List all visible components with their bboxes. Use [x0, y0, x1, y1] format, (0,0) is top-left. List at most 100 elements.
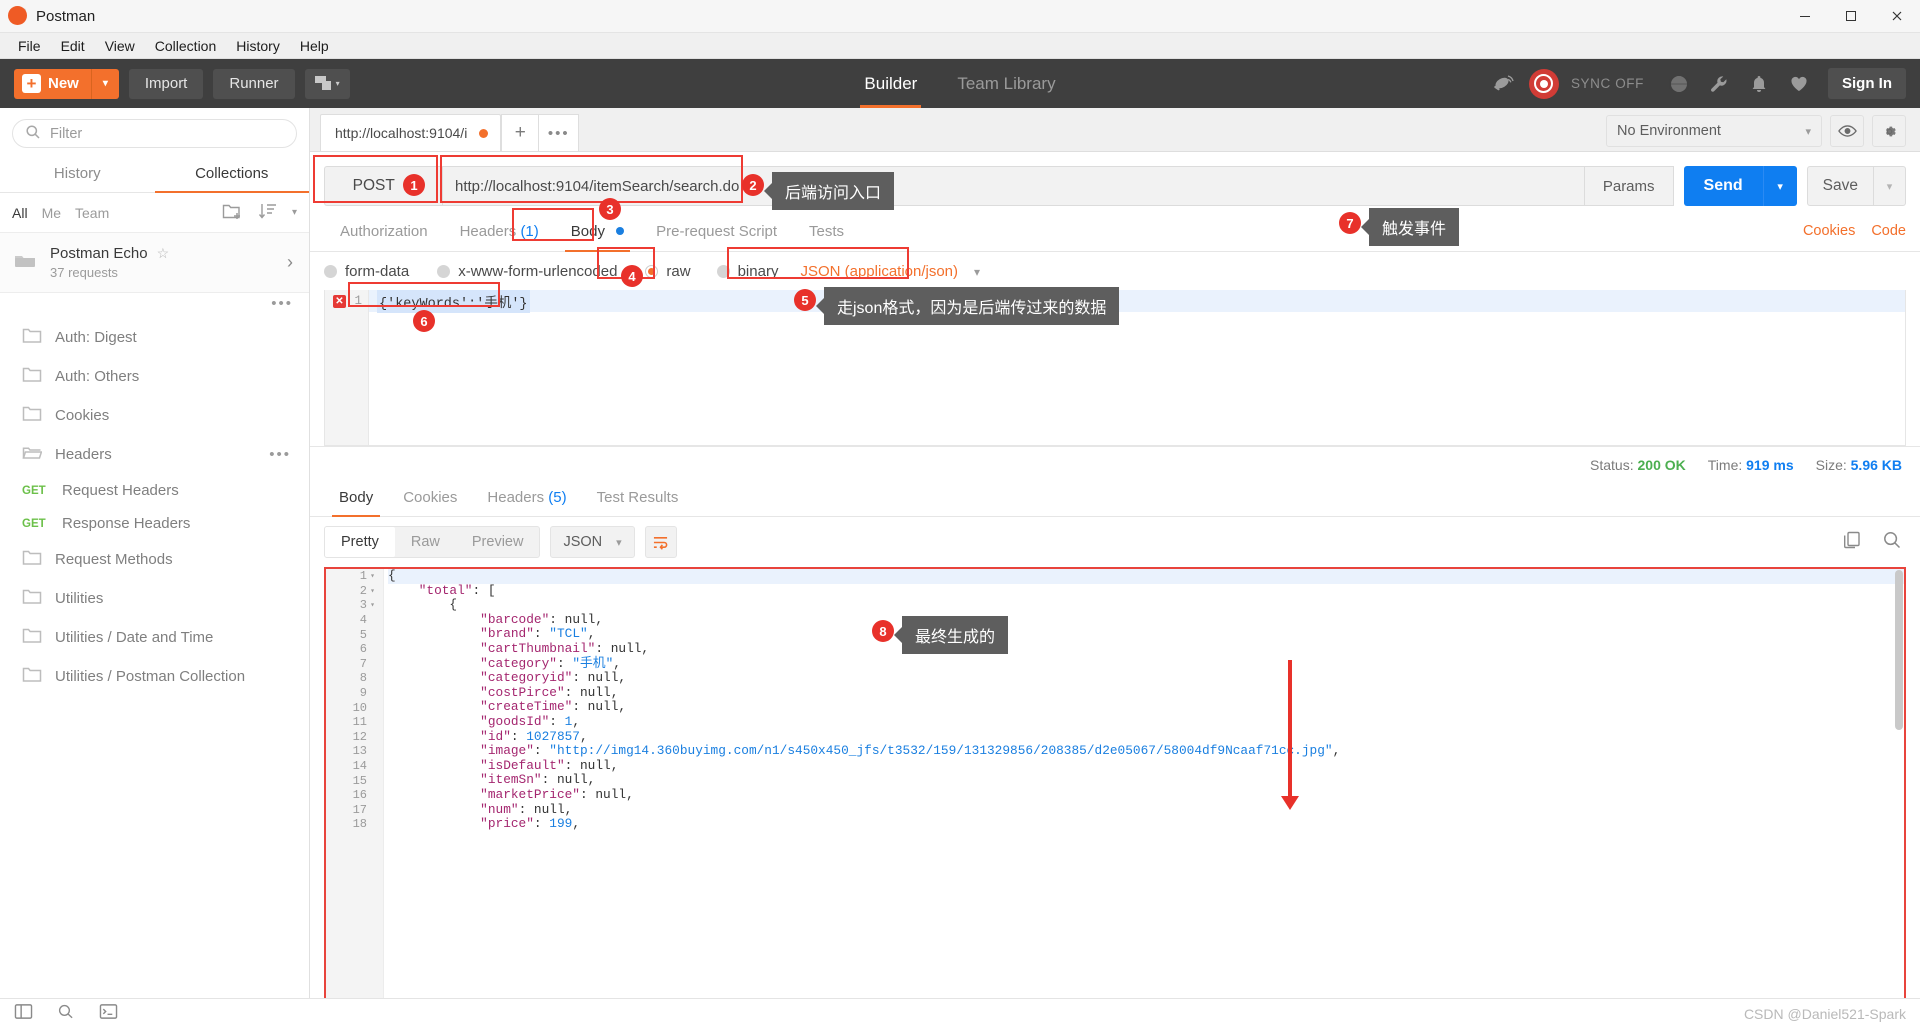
sidebar-item-response-headers[interactable]: GET Response Headers	[0, 507, 309, 540]
response-code-line: "price": 199,	[480, 816, 581, 832]
new-request-tab-button[interactable]: +	[501, 114, 540, 151]
params-button[interactable]: Params	[1584, 166, 1674, 206]
response-code-line: {	[388, 597, 458, 613]
view-mode-raw[interactable]: Raw	[395, 527, 456, 557]
minimize-button[interactable]	[1782, 0, 1828, 33]
new-button[interactable]: + New ▾	[14, 68, 119, 99]
sync-status-icon[interactable]	[1528, 68, 1559, 99]
sidebar-item-request-methods[interactable]: Request Methods	[0, 540, 309, 579]
sidebar-tab-collections[interactable]: Collections	[154, 156, 310, 193]
response-body-viewer[interactable]: 1 ▾ 2 ▾ 3 ▾ 4 5 6 7 8 9 10 11 12 13 14 15 16 17 18 { "total"…	[324, 567, 1906, 998]
tab-headers[interactable]: Headers (1)	[444, 214, 555, 251]
response-tab-test-results[interactable]: Test Results	[582, 481, 694, 516]
scope-all[interactable]: All	[12, 205, 28, 221]
response-status-row: Status: 200 OK Time: 919 ms Size: 5.96 K…	[310, 446, 1920, 481]
import-button[interactable]: Import	[128, 68, 204, 99]
body-type-x-www-form-urlencoded[interactable]: x-www-form-urlencoded	[437, 263, 617, 280]
cookies-link[interactable]: Cookies	[1803, 223, 1855, 239]
response-code-line: "brand": "TCL",	[480, 626, 596, 642]
tab-authorization[interactable]: Authorization	[324, 214, 444, 251]
sidebar-item-utilities-date-and-time[interactable]: Utilities / Date and Time	[0, 618, 309, 657]
sidebar-item-auth-others[interactable]: Auth: Others	[0, 357, 309, 396]
response-format-selector[interactable]: JSON ▾	[550, 526, 635, 558]
runner-button[interactable]: Runner	[213, 68, 295, 99]
view-mode-pretty[interactable]: Pretty	[325, 527, 395, 557]
request-tab[interactable]: http://localhost:9104/i	[320, 114, 502, 151]
tab-options-icon[interactable]: •••	[539, 114, 580, 151]
chevron-down-icon[interactable]: ▾	[1873, 167, 1905, 205]
sidebar-item-utilities-postman-collection[interactable]: Utilities / Postman Collection	[0, 657, 309, 696]
menu-view[interactable]: View	[95, 35, 145, 57]
syntax-error-icon: ✕	[333, 295, 346, 308]
save-button[interactable]: Save ▾	[1806, 166, 1906, 206]
environment-selector[interactable]: No Environment ▾	[1606, 115, 1822, 147]
code-link[interactable]: Code	[1871, 223, 1906, 239]
menu-help[interactable]: Help	[290, 35, 339, 57]
scope-team[interactable]: Team	[75, 205, 109, 221]
copy-icon[interactable]	[1842, 530, 1862, 554]
new-folder-icon[interactable]	[222, 202, 244, 223]
send-button[interactable]: Send ▾	[1683, 166, 1797, 206]
maximize-button[interactable]	[1828, 0, 1874, 33]
broadcast-icon[interactable]	[1487, 67, 1521, 101]
new-window-button[interactable]: ▾	[304, 68, 350, 99]
close-button[interactable]	[1874, 0, 1920, 33]
sidebar-item-label: Cookies	[55, 407, 110, 424]
editor-code-area[interactable]: {'keyWords':'手机'}	[369, 289, 1905, 445]
body-type-form-data[interactable]: form-data	[324, 263, 409, 280]
heart-icon[interactable]	[1782, 67, 1816, 101]
chevron-down-icon[interactable]: ▾	[292, 207, 297, 218]
menu-history[interactable]: History	[226, 35, 290, 57]
scope-me[interactable]: Me	[42, 205, 61, 221]
chevron-right-icon[interactable]: ›	[287, 252, 299, 273]
filter-input[interactable]: Filter	[12, 119, 297, 148]
http-method-selector[interactable]: POST ▾	[324, 166, 442, 206]
bell-icon[interactable]	[1742, 67, 1776, 101]
star-icon[interactable]: ☆	[157, 245, 170, 262]
request-detail-tabs: Authorization Headers (1) Body Pre-reque…	[310, 214, 1920, 252]
sidebar-item-auth-digest[interactable]: Auth: Digest	[0, 318, 309, 357]
response-tab-cookies[interactable]: Cookies	[388, 481, 472, 516]
menu-collection[interactable]: Collection	[145, 35, 226, 57]
folder-icon	[22, 405, 42, 426]
menu-edit[interactable]: Edit	[51, 35, 95, 57]
search-icon[interactable]	[1882, 530, 1902, 554]
globe-icon[interactable]	[1662, 67, 1696, 101]
view-mode-preview[interactable]: Preview	[456, 527, 540, 557]
tab-team-library[interactable]: Team Library	[957, 59, 1055, 108]
tab-body[interactable]: Body	[555, 214, 640, 252]
chevron-down-icon[interactable]: ▾	[1762, 166, 1797, 206]
console-icon[interactable]	[99, 1003, 118, 1024]
wrench-icon[interactable]	[1702, 67, 1736, 101]
tab-pre-request-script[interactable]: Pre-request Script	[640, 214, 793, 251]
tab-tests[interactable]: Tests	[793, 214, 860, 251]
environment-quick-look-button[interactable]	[1830, 115, 1864, 147]
settings-gear-button[interactable]	[1872, 115, 1906, 147]
response-tab-body[interactable]: Body	[324, 481, 388, 517]
sidebar-item-more-icon[interactable]: •••	[269, 446, 299, 463]
body-type-binary[interactable]: binary	[716, 263, 778, 280]
toggle-sidebar-icon[interactable]	[14, 1003, 33, 1024]
menubar: File Edit View Collection History Help	[0, 33, 1920, 59]
menu-file[interactable]: File	[8, 35, 51, 57]
url-input[interactable]: http://localhost:9104/itemSearch/search.…	[442, 166, 1585, 206]
sidebar-item-utilities[interactable]: Utilities	[0, 579, 309, 618]
request-body-editor[interactable]: 1 ✕ {'keyWords':'手机'}	[324, 289, 1906, 446]
collection-more-icon[interactable]: •••	[271, 295, 293, 312]
sort-icon[interactable]	[258, 202, 278, 223]
sidebar-item-headers[interactable]: Headers •••	[0, 435, 309, 474]
wrap-lines-button[interactable]	[644, 526, 677, 558]
response-tab-headers[interactable]: Headers (5)	[472, 481, 581, 516]
sidebar-tab-history[interactable]: History	[0, 156, 155, 192]
body-type-raw[interactable]: raw	[645, 263, 691, 280]
collection-postman-echo[interactable]: Postman Echo ☆ 37 requests ›	[0, 233, 309, 293]
folder-icon	[22, 627, 42, 648]
sidebar-item-request-headers[interactable]: GET Request Headers	[0, 474, 309, 507]
sign-in-button[interactable]: Sign In	[1828, 68, 1906, 99]
tab-builder[interactable]: Builder	[860, 59, 922, 108]
content-type-selector[interactable]: JSON (application/json) ▾	[800, 263, 980, 280]
find-icon[interactable]	[57, 1003, 75, 1024]
response-scrollbar[interactable]	[1895, 570, 1903, 730]
chevron-down-icon[interactable]: ▾	[90, 68, 119, 99]
sidebar-item-cookies[interactable]: Cookies	[0, 396, 309, 435]
